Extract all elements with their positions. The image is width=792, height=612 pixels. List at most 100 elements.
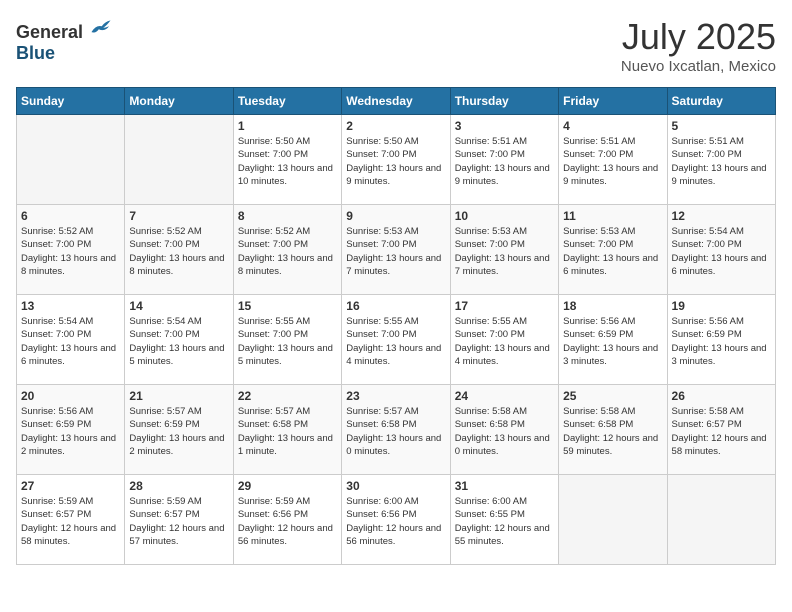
day-info: Sunrise: 5:59 AM Sunset: 6:57 PM Dayligh… <box>129 495 228 548</box>
calendar-cell: 26 Sunrise: 5:58 AM Sunset: 6:57 PM Dayli… <box>667 385 775 475</box>
calendar-day-header: Sunday <box>17 88 125 115</box>
day-info: Sunrise: 6:00 AM Sunset: 6:55 PM Dayligh… <box>455 495 554 548</box>
day-info: Sunrise: 5:51 AM Sunset: 7:00 PM Dayligh… <box>672 135 771 188</box>
title-block: July 2025 Nuevo Ixcatlan, Mexico <box>621 16 776 75</box>
calendar-cell: 10 Sunrise: 5:53 AM Sunset: 7:00 PM Dayli… <box>450 205 558 295</box>
day-number: 13 <box>21 299 120 313</box>
day-number: 28 <box>129 479 228 493</box>
day-info: Sunrise: 5:59 AM Sunset: 6:56 PM Dayligh… <box>238 495 337 548</box>
day-number: 23 <box>346 389 445 403</box>
calendar-cell: 1 Sunrise: 5:50 AM Sunset: 7:00 PM Daylig… <box>233 115 341 205</box>
calendar-cell: 23 Sunrise: 5:57 AM Sunset: 6:58 PM Dayli… <box>342 385 450 475</box>
day-number: 21 <box>129 389 228 403</box>
day-number: 12 <box>672 209 771 223</box>
day-info: Sunrise: 5:58 AM Sunset: 6:58 PM Dayligh… <box>455 405 554 458</box>
day-info: Sunrise: 5:54 AM Sunset: 7:00 PM Dayligh… <box>129 315 228 368</box>
calendar-cell: 7 Sunrise: 5:52 AM Sunset: 7:00 PM Daylig… <box>125 205 233 295</box>
day-number: 22 <box>238 389 337 403</box>
day-number: 11 <box>563 209 662 223</box>
day-number: 29 <box>238 479 337 493</box>
calendar-week-row: 27 Sunrise: 5:59 AM Sunset: 6:57 PM Dayli… <box>17 475 776 565</box>
day-number: 27 <box>21 479 120 493</box>
day-info: Sunrise: 5:54 AM Sunset: 7:00 PM Dayligh… <box>21 315 120 368</box>
day-info: Sunrise: 5:52 AM Sunset: 7:00 PM Dayligh… <box>238 225 337 278</box>
calendar-cell: 28 Sunrise: 5:59 AM Sunset: 6:57 PM Dayli… <box>125 475 233 565</box>
day-info: Sunrise: 6:00 AM Sunset: 6:56 PM Dayligh… <box>346 495 445 548</box>
calendar-cell: 29 Sunrise: 5:59 AM Sunset: 6:56 PM Dayli… <box>233 475 341 565</box>
day-number: 4 <box>563 119 662 133</box>
calendar-cell: 3 Sunrise: 5:51 AM Sunset: 7:00 PM Daylig… <box>450 115 558 205</box>
day-number: 26 <box>672 389 771 403</box>
calendar-cell: 17 Sunrise: 5:55 AM Sunset: 7:00 PM Dayli… <box>450 295 558 385</box>
day-info: Sunrise: 5:55 AM Sunset: 7:00 PM Dayligh… <box>346 315 445 368</box>
calendar-cell <box>559 475 667 565</box>
calendar-week-row: 6 Sunrise: 5:52 AM Sunset: 7:00 PM Daylig… <box>17 205 776 295</box>
calendar-day-header: Wednesday <box>342 88 450 115</box>
day-info: Sunrise: 5:55 AM Sunset: 7:00 PM Dayligh… <box>455 315 554 368</box>
day-number: 9 <box>346 209 445 223</box>
calendar-cell: 24 Sunrise: 5:58 AM Sunset: 6:58 PM Dayli… <box>450 385 558 475</box>
day-info: Sunrise: 5:58 AM Sunset: 6:58 PM Dayligh… <box>563 405 662 458</box>
calendar-cell: 15 Sunrise: 5:55 AM Sunset: 7:00 PM Dayli… <box>233 295 341 385</box>
day-info: Sunrise: 5:52 AM Sunset: 7:00 PM Dayligh… <box>21 225 120 278</box>
calendar-cell: 22 Sunrise: 5:57 AM Sunset: 6:58 PM Dayli… <box>233 385 341 475</box>
day-number: 10 <box>455 209 554 223</box>
day-info: Sunrise: 5:54 AM Sunset: 7:00 PM Dayligh… <box>672 225 771 278</box>
day-info: Sunrise: 5:56 AM Sunset: 6:59 PM Dayligh… <box>21 405 120 458</box>
day-info: Sunrise: 5:55 AM Sunset: 7:00 PM Dayligh… <box>238 315 337 368</box>
calendar-cell: 4Sunrise: 5:51 AM Sunset: 7:00 PM Daylig… <box>559 115 667 205</box>
calendar-cell: 19Sunrise: 5:56 AM Sunset: 6:59 PM Dayli… <box>667 295 775 385</box>
day-number: 15 <box>238 299 337 313</box>
day-number: 25 <box>563 389 662 403</box>
day-info: Sunrise: 5:57 AM Sunset: 6:58 PM Dayligh… <box>238 405 337 458</box>
day-info: Sunrise: 5:53 AM Sunset: 7:00 PM Dayligh… <box>346 225 445 278</box>
day-info: Sunrise: 5:53 AM Sunset: 7:00 PM Dayligh… <box>455 225 554 278</box>
day-info: Sunrise: 5:57 AM Sunset: 6:58 PM Dayligh… <box>346 405 445 458</box>
calendar-cell: 16 Sunrise: 5:55 AM Sunset: 7:00 PM Dayli… <box>342 295 450 385</box>
day-number: 17 <box>455 299 554 313</box>
day-number: 18 <box>563 299 662 313</box>
month-title: July 2025 <box>621 16 776 58</box>
location-title: Nuevo Ixcatlan, Mexico <box>621 58 776 75</box>
calendar-table: SundayMondayTuesdayWednesdayThursdayFrid… <box>16 87 776 565</box>
calendar-cell: 11Sunrise: 5:53 AM Sunset: 7:00 PM Dayli… <box>559 205 667 295</box>
logo-bird-icon <box>90 16 112 38</box>
day-number: 6 <box>21 209 120 223</box>
day-info: Sunrise: 5:50 AM Sunset: 7:00 PM Dayligh… <box>238 135 337 188</box>
day-number: 7 <box>129 209 228 223</box>
calendar-cell: 30 Sunrise: 6:00 AM Sunset: 6:56 PM Dayli… <box>342 475 450 565</box>
calendar-cell <box>17 115 125 205</box>
calendar-week-row: 13 Sunrise: 5:54 AM Sunset: 7:00 PM Dayli… <box>17 295 776 385</box>
logo-blue: Blue <box>16 43 55 63</box>
page-header: General Blue July 2025 Nuevo Ixcatlan, M… <box>16 16 776 75</box>
day-info: Sunrise: 5:50 AM Sunset: 7:00 PM Dayligh… <box>346 135 445 188</box>
day-number: 19 <box>672 299 771 313</box>
day-number: 2 <box>346 119 445 133</box>
logo: General Blue <box>16 16 112 64</box>
calendar-day-header: Friday <box>559 88 667 115</box>
day-number: 14 <box>129 299 228 313</box>
calendar-day-header: Saturday <box>667 88 775 115</box>
day-info: Sunrise: 5:59 AM Sunset: 6:57 PM Dayligh… <box>21 495 120 548</box>
calendar-cell: 5Sunrise: 5:51 AM Sunset: 7:00 PM Daylig… <box>667 115 775 205</box>
day-info: Sunrise: 5:51 AM Sunset: 7:00 PM Dayligh… <box>455 135 554 188</box>
day-number: 3 <box>455 119 554 133</box>
calendar-header-row: SundayMondayTuesdayWednesdayThursdayFrid… <box>17 88 776 115</box>
calendar-cell <box>667 475 775 565</box>
calendar-day-header: Thursday <box>450 88 558 115</box>
calendar-cell: 20 Sunrise: 5:56 AM Sunset: 6:59 PM Dayli… <box>17 385 125 475</box>
day-info: Sunrise: 5:52 AM Sunset: 7:00 PM Dayligh… <box>129 225 228 278</box>
calendar-body: 1 Sunrise: 5:50 AM Sunset: 7:00 PM Daylig… <box>17 115 776 565</box>
day-info: Sunrise: 5:58 AM Sunset: 6:57 PM Dayligh… <box>672 405 771 458</box>
day-number: 24 <box>455 389 554 403</box>
day-number: 20 <box>21 389 120 403</box>
calendar-cell: 13 Sunrise: 5:54 AM Sunset: 7:00 PM Dayli… <box>17 295 125 385</box>
day-number: 31 <box>455 479 554 493</box>
calendar-cell: 31 Sunrise: 6:00 AM Sunset: 6:55 PM Dayli… <box>450 475 558 565</box>
calendar-week-row: 1 Sunrise: 5:50 AM Sunset: 7:00 PM Daylig… <box>17 115 776 205</box>
day-number: 1 <box>238 119 337 133</box>
calendar-cell: 25 Sunrise: 5:58 AM Sunset: 6:58 PM Dayli… <box>559 385 667 475</box>
day-number: 30 <box>346 479 445 493</box>
day-number: 16 <box>346 299 445 313</box>
calendar-cell: 12 Sunrise: 5:54 AM Sunset: 7:00 PM Dayli… <box>667 205 775 295</box>
